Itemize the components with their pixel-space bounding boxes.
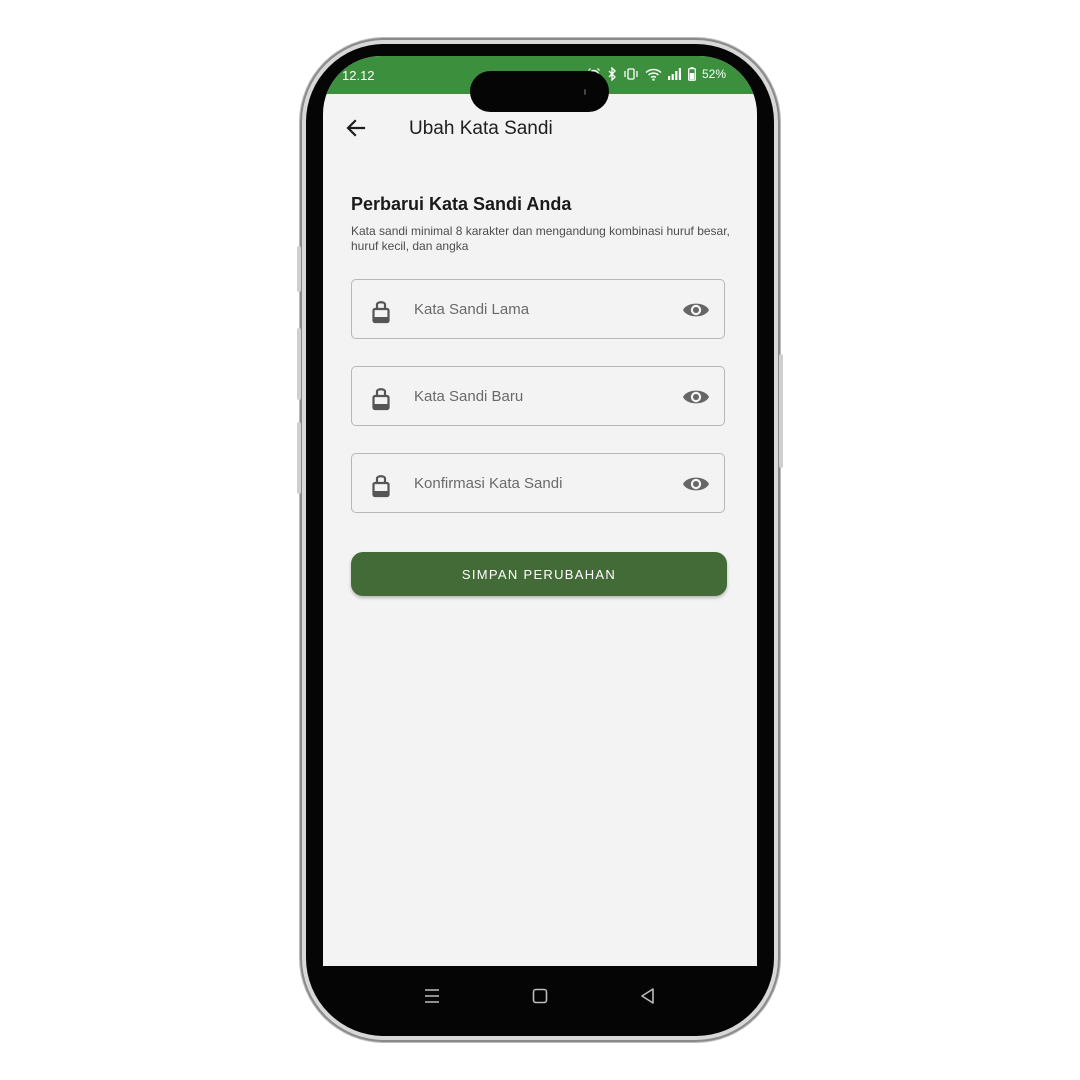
new-password-field xyxy=(351,366,725,426)
phone-side-button xyxy=(297,246,301,292)
confirm-password-field xyxy=(351,453,725,513)
status-time: 12.12 xyxy=(342,68,375,83)
confirm-password-input[interactable] xyxy=(414,454,664,512)
camera-island xyxy=(470,71,609,112)
battery-percent: 52% xyxy=(701,67,726,81)
lock-icon xyxy=(372,475,390,498)
phone-power-button xyxy=(779,354,783,468)
phone-volume-up-button xyxy=(297,328,301,400)
status-icons: 52% xyxy=(587,67,726,81)
lock-icon xyxy=(372,301,390,324)
phone-volume-down-button xyxy=(297,422,301,494)
home-square-icon[interactable] xyxy=(529,985,551,1007)
section-description: Kata sandi minimal 8 karakter dan mengan… xyxy=(351,224,730,253)
menu-icon[interactable] xyxy=(421,985,443,1007)
new-password-input[interactable] xyxy=(414,367,664,425)
system-nav-bar xyxy=(323,966,757,1024)
wifi-icon xyxy=(645,68,662,81)
battery-icon xyxy=(688,67,696,81)
eye-icon[interactable] xyxy=(682,473,710,495)
bluetooth-icon xyxy=(608,67,616,81)
section-title: Perbarui Kata Sandi Anda xyxy=(351,194,572,214)
vibrate-icon xyxy=(624,68,638,80)
lock-icon xyxy=(372,388,390,411)
app-screen: 12.12 52% Ubah Kata Sandi Perbarui Kata … xyxy=(323,56,757,966)
old-password-input[interactable] xyxy=(414,280,664,338)
page-title: Ubah Kata Sandi xyxy=(409,118,553,139)
old-password-field xyxy=(351,279,725,339)
eye-icon[interactable] xyxy=(682,299,710,321)
back-triangle-icon[interactable] xyxy=(637,985,659,1007)
signal-icon xyxy=(667,68,681,80)
save-changes-button[interactable]: SIMPAN PERUBAHAN xyxy=(351,552,727,596)
arrow-left-icon[interactable] xyxy=(344,116,368,140)
eye-icon[interactable] xyxy=(682,386,710,408)
